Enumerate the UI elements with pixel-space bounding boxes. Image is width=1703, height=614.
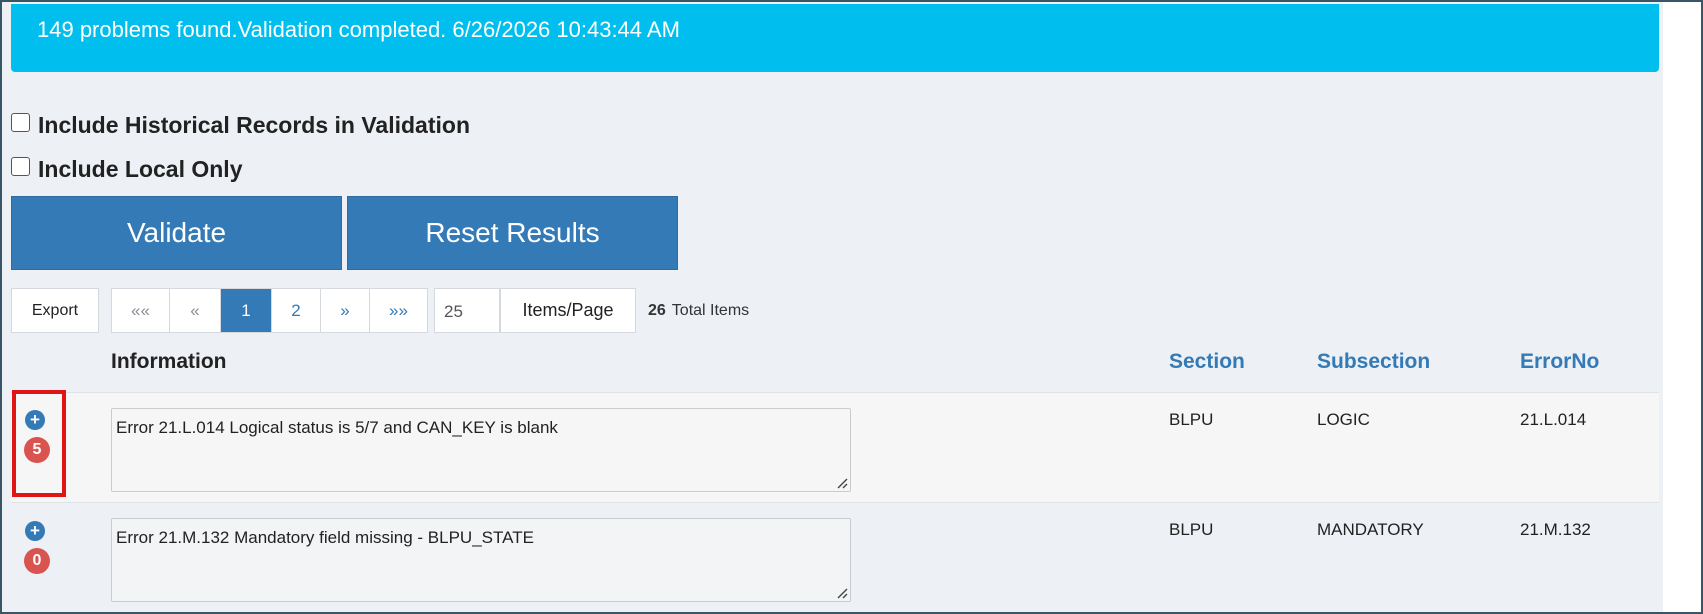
- information-field[interactable]: Error 21.M.132 Mandatory field missing -…: [111, 518, 851, 602]
- historical-records-label: Include Historical Records in Validation: [38, 111, 470, 138]
- section-cell: BLPU: [1169, 410, 1214, 429]
- validate-button[interactable]: Validate: [11, 196, 342, 270]
- table-row: + 5 Error 21.L.014 Logical status is 5/7…: [11, 392, 1659, 502]
- status-banner: 149 problems found.Validation completed.…: [11, 4, 1659, 72]
- reset-results-button[interactable]: Reset Results: [347, 196, 678, 270]
- section-cell: BLPU: [1169, 520, 1214, 539]
- page-1-button[interactable]: 1: [221, 289, 272, 332]
- highlight-annotation-box: [12, 390, 66, 497]
- right-margin: [1663, 2, 1701, 612]
- resize-handle-icon[interactable]: [836, 477, 848, 489]
- local-only-option[interactable]: Include Local Only: [11, 154, 242, 184]
- expand-row-icon[interactable]: +: [25, 521, 45, 541]
- next-page-button[interactable]: »: [321, 289, 370, 332]
- table-row: + 0 Error 21.M.132 Mandatory field missi…: [11, 502, 1659, 612]
- subsection-cell: LOGIC: [1317, 410, 1370, 429]
- historical-records-option[interactable]: Include Historical Records in Validation: [11, 110, 470, 140]
- total-label: Total Items: [671, 302, 750, 319]
- first-page-button[interactable]: ««: [112, 289, 170, 332]
- errorno-cell: 21.M.132: [1520, 520, 1591, 539]
- export-button[interactable]: Export: [11, 288, 99, 333]
- column-header-subsection[interactable]: Subsection: [1317, 350, 1430, 374]
- items-per-page-label: Items/Page: [500, 288, 636, 333]
- local-only-label: Include Local Only: [38, 155, 243, 182]
- information-text: Error 21.M.132 Mandatory field missing -…: [116, 528, 534, 547]
- count-badge: 0: [24, 548, 50, 574]
- page-2-button[interactable]: 2: [272, 289, 321, 332]
- errorno-cell: 21.L.014: [1520, 410, 1587, 429]
- subsection-cell: MANDATORY: [1317, 520, 1424, 539]
- last-page-button[interactable]: »»: [370, 289, 427, 332]
- status-message: 149 problems found.Validation completed.…: [37, 17, 680, 42]
- column-header-errorno[interactable]: ErrorNo: [1520, 350, 1599, 374]
- items-per-page-input[interactable]: 25: [434, 288, 500, 333]
- information-field[interactable]: Error 21.L.014 Logical status is 5/7 and…: [111, 408, 851, 492]
- information-text: Error 21.L.014 Logical status is 5/7 and…: [116, 418, 558, 437]
- pagination: «« « 1 2 » »»: [111, 288, 428, 333]
- column-header-section[interactable]: Section: [1169, 350, 1245, 374]
- local-only-checkbox[interactable]: [11, 156, 30, 176]
- total-items: 26 Total Items: [648, 302, 749, 320]
- historical-records-checkbox[interactable]: [11, 112, 30, 132]
- total-count: 26: [648, 302, 666, 319]
- validation-panel: 149 problems found.Validation completed.…: [0, 0, 1703, 614]
- column-header-information[interactable]: Information: [111, 350, 227, 374]
- prev-page-button[interactable]: «: [170, 289, 221, 332]
- resize-handle-icon[interactable]: [836, 587, 848, 599]
